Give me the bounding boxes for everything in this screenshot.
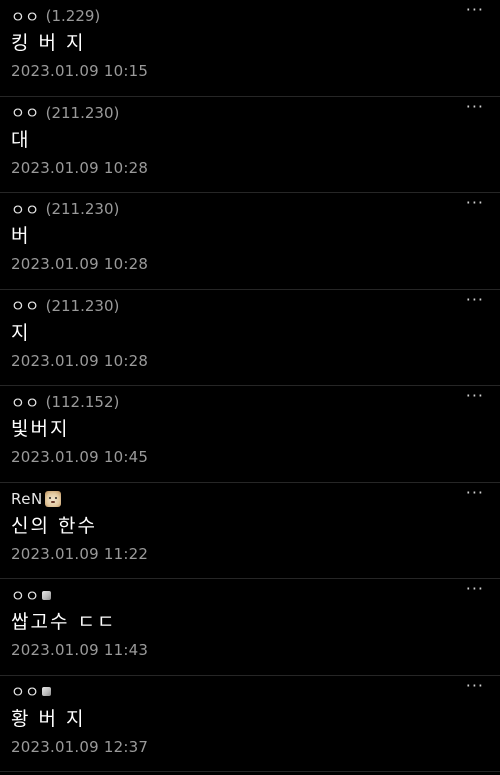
comment-header: ReN [11, 488, 61, 510]
dog-face-icon [44, 490, 61, 507]
comment-date: 2023.01.09 10:28 [11, 351, 149, 370]
comment-ip: (211.230) [45, 296, 120, 315]
comment-date: 2023.01.09 12:37 [11, 737, 149, 756]
comment-date: 2023.01.09 10:45 [11, 448, 149, 466]
comment-date: 2023.01.09 10:28 [11, 255, 149, 273]
comment-header: ㅇㅇ (1.229) [11, 5, 100, 27]
comment-ip: (211.230) [45, 103, 120, 122]
comment-author[interactable]: ㅇㅇ [11, 6, 40, 27]
comment-list: ㅇㅇ (1.229) ··· 킹 버 지 2023.01.09 10:15 ㅇㅇ… [0, 0, 500, 775]
comment-item: ㅇㅇ (112.152) ··· 빛버지 2023.01.09 10:45 [0, 386, 500, 483]
more-options-icon[interactable]: ··· [466, 195, 484, 211]
more-options-icon[interactable]: ··· [466, 581, 484, 597]
comment-author[interactable]: ㅇㅇ [11, 392, 40, 413]
member-badge-icon [41, 687, 51, 696]
comment-text: 킹 버 지 [11, 32, 86, 54]
comment-text: 빛버지 [11, 418, 70, 440]
comment-item: ReN ··· 신의 한수 2023.01.09 11:22 [0, 483, 500, 579]
more-options-icon[interactable]: ··· [466, 2, 484, 18]
more-options-icon[interactable]: ··· [466, 484, 484, 501]
comment-author[interactable]: ReN [11, 490, 43, 508]
comment-header: ㅇㅇ [11, 681, 51, 703]
more-options-icon[interactable]: ··· [466, 98, 484, 115]
comment-header: ㅇㅇ (211.230) [11, 295, 119, 317]
comment-author[interactable]: ㅇㅇ [11, 102, 40, 123]
member-badge-icon [41, 590, 51, 600]
more-options-icon[interactable]: ··· [466, 677, 484, 694]
comment-header: ㅇㅇ (211.230) [11, 198, 119, 220]
comment-header: ㅇㅇ [11, 584, 51, 606]
comment-item: ㅇㅇ (211.230) ··· 버 2023.01.09 10:28 [0, 193, 500, 290]
comment-item: ㅇㅇ (211.230) ··· 지 2023.01.09 10:28 [0, 290, 500, 386]
comment-item: ㅇㅇ ··· 황 버 지 2023.01.09 12:37 [0, 676, 500, 772]
comment-date: 2023.01.09 11:22 [11, 544, 149, 563]
comment-date: 2023.01.09 11:43 [11, 641, 149, 659]
comment-author[interactable]: ㅇㅇ [11, 295, 40, 316]
comment-text: 대 [11, 128, 31, 151]
comment-author[interactable]: ㅇㅇ [11, 199, 40, 220]
comment-item: ㅇㅇ (1.229) ··· 킹 버 지 2023.01.09 10:15 [0, 0, 500, 97]
comment-ip: (211.230) [45, 200, 120, 218]
comment-text: 쌉고수 ㄷㄷ [11, 611, 117, 633]
comment-ip: (112.152) [45, 393, 120, 411]
comment-author[interactable]: ㅇㅇ [11, 681, 40, 702]
comment-item: ㅇㅇ (211.230) ··· 대 2023.01.09 10:28 [0, 97, 500, 193]
comment-author[interactable]: ㅇㅇ [11, 585, 40, 606]
comment-header: ㅇㅇ (211.230) [11, 102, 119, 124]
comment-ip: (1.229) [45, 7, 101, 25]
more-options-icon[interactable]: ··· [466, 388, 484, 404]
comment-text: 지 [11, 321, 31, 344]
comment-text: 신의 한수 [11, 514, 97, 537]
comment-date: 2023.01.09 10:15 [11, 62, 149, 80]
more-options-icon[interactable]: ··· [466, 291, 484, 308]
comment-header: ㅇㅇ (112.152) [11, 391, 119, 413]
comment-date: 2023.01.09 10:28 [11, 158, 149, 177]
comment-item: ㅇㅇ ··· 쌉고수 ㄷㄷ 2023.01.09 11:43 [0, 579, 500, 676]
comment-text: 버 [11, 225, 31, 247]
comment-text: 황 버 지 [11, 707, 86, 730]
